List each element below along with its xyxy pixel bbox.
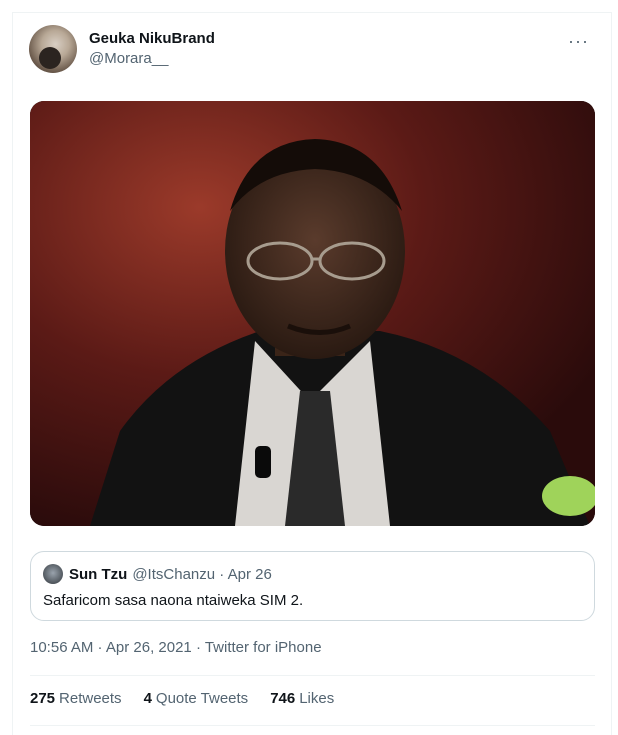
retweets-label: Retweets: [59, 690, 122, 707]
quoted-meta: @ItsChanzu · Apr 26: [132, 565, 272, 583]
likes-label: Likes: [299, 690, 335, 707]
tweet-card: Geuka NikuBrand @Morara__ ··· Sun Tzu @I…: [12, 12, 612, 735]
quote-tweets-label: Quote Tweets: [155, 690, 249, 707]
author-handle[interactable]: @Morara__: [89, 49, 215, 69]
divider: [30, 675, 595, 676]
divider: [30, 725, 595, 726]
tweet-header: Geuka NikuBrand @Morara__ ···: [29, 25, 595, 81]
stat-likes[interactable]: 746 Likes: [270, 690, 334, 707]
tweet-stats: 275 Retweets 4 Quote Tweets 746 Likes: [30, 690, 334, 707]
author-display-name[interactable]: Geuka NikuBrand: [89, 29, 215, 49]
author-avatar[interactable]: [29, 25, 77, 73]
retweets-count: 275: [30, 690, 56, 707]
stat-quote-tweets[interactable]: 4 Quote Tweets: [144, 690, 249, 707]
likes-count: 746: [270, 690, 296, 707]
quote-tweets-count: 4: [143, 690, 152, 707]
ellipsis-icon[interactable]: ···: [568, 31, 589, 52]
quoted-tweet-header: Sun Tzu @ItsChanzu · Apr 26: [43, 564, 272, 584]
author-names: Geuka NikuBrand @Morara__: [89, 29, 215, 69]
stat-retweets[interactable]: 275 Retweets: [30, 690, 122, 707]
quoted-avatar: [43, 564, 63, 584]
photo-image: [30, 101, 595, 526]
tweet-timestamp[interactable]: 10:56 AM · Apr 26, 2021 · Twitter for iP…: [30, 639, 322, 656]
tweet-photo[interactable]: [30, 101, 595, 526]
quoted-display-name: Sun Tzu: [69, 565, 128, 583]
quoted-text: Safaricom sasa naona ntaiweka SIM 2.: [43, 592, 304, 609]
quoted-tweet[interactable]: Sun Tzu @ItsChanzu · Apr 26 Safaricom sa…: [30, 551, 595, 621]
